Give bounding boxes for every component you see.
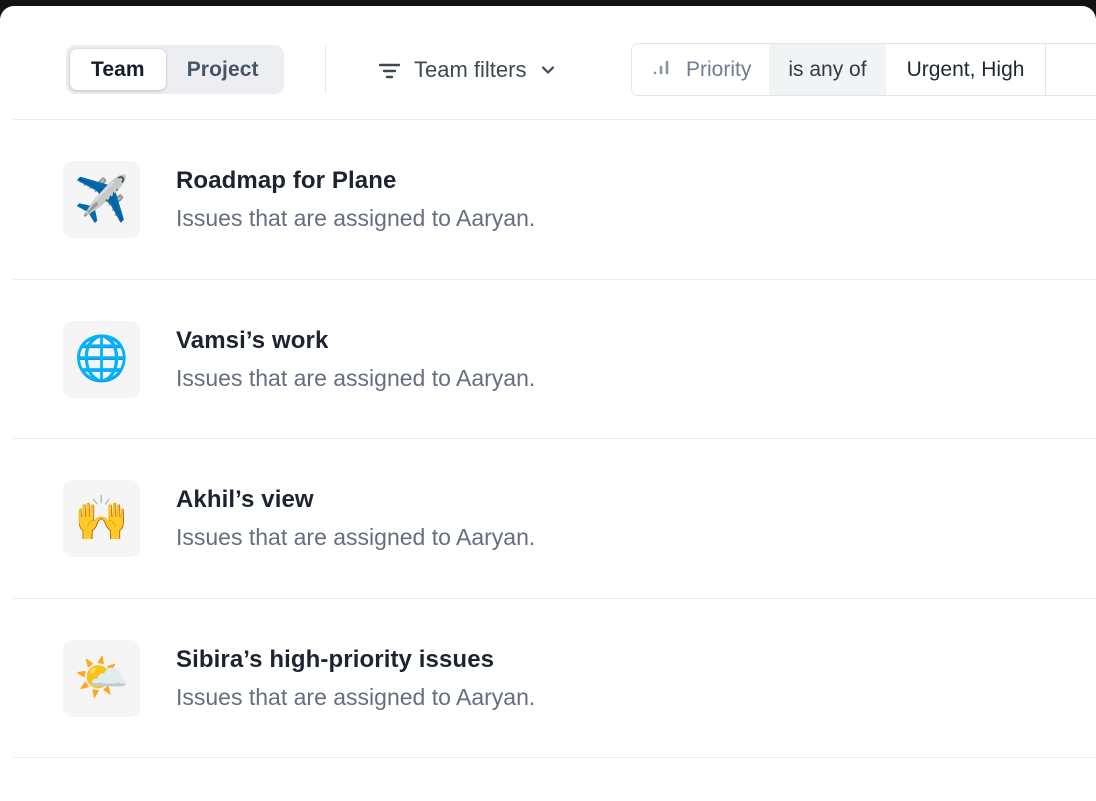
view-title: Vamsi’s work xyxy=(176,327,535,355)
filter-values-button[interactable]: Urgent, High xyxy=(886,44,1046,95)
row-divider xyxy=(13,757,1096,758)
views-header: Team Project Team filters xyxy=(0,6,1096,120)
chevron-down-icon xyxy=(537,59,559,81)
tab-team[interactable]: Team xyxy=(70,49,166,90)
filter-chip-overflow xyxy=(1045,44,1096,95)
view-description: Issues that are assigned to Aaryan. xyxy=(176,205,535,232)
team-filters-label: Team filters xyxy=(414,57,526,83)
filter-lines-icon xyxy=(376,57,403,84)
view-description: Issues that are assigned to Aaryan. xyxy=(176,684,535,711)
view-emoji-tile: 🌤️ xyxy=(63,640,140,717)
view-row-sibiras-high-priority-issues[interactable]: 🌤️ Sibira’s high-priority issues Issues … xyxy=(0,599,1096,759)
view-emoji-tile: 🙌 xyxy=(63,480,140,557)
views-panel: Team Project Team filters xyxy=(0,6,1096,801)
tab-project[interactable]: Project xyxy=(166,49,280,90)
view-description: Issues that are assigned to Aaryan. xyxy=(176,524,535,551)
filter-field-label: Priority xyxy=(686,58,751,82)
view-row-roadmap-for-plane[interactable]: ✈️ Roadmap for Plane Issues that are ass… xyxy=(0,120,1096,280)
view-description: Issues that are assigned to Aaryan. xyxy=(176,365,535,392)
view-row-akhils-view[interactable]: 🙌 Akhil’s view Issues that are assigned … xyxy=(0,439,1096,599)
view-text-block: Sibira’s high-priority issues Issues tha… xyxy=(176,646,535,711)
view-emoji-tile: 🌐 xyxy=(63,321,140,398)
view-title: Sibira’s high-priority issues xyxy=(176,646,535,674)
view-emoji-tile: ✈️ xyxy=(63,161,140,238)
header-vertical-divider xyxy=(325,45,326,94)
view-title: Roadmap for Plane xyxy=(176,167,535,195)
filter-operator-button[interactable]: is any of xyxy=(769,44,885,95)
view-text-block: Roadmap for Plane Issues that are assign… xyxy=(176,167,535,232)
priority-filter-chip: Priority is any of Urgent, High xyxy=(631,43,1096,96)
view-text-block: Vamsi’s work Issues that are assigned to… xyxy=(176,327,535,392)
view-title: Akhil’s view xyxy=(176,486,535,514)
team-filters-button[interactable]: Team filters xyxy=(376,46,559,94)
view-row-vamsis-work[interactable]: 🌐 Vamsi’s work Issues that are assigned … xyxy=(0,280,1096,440)
view-text-block: Akhil’s view Issues that are assigned to… xyxy=(176,486,535,551)
scope-toggle: Team Project xyxy=(66,45,284,94)
filter-field-button[interactable]: Priority xyxy=(632,44,769,95)
signal-bars-icon xyxy=(650,54,676,86)
